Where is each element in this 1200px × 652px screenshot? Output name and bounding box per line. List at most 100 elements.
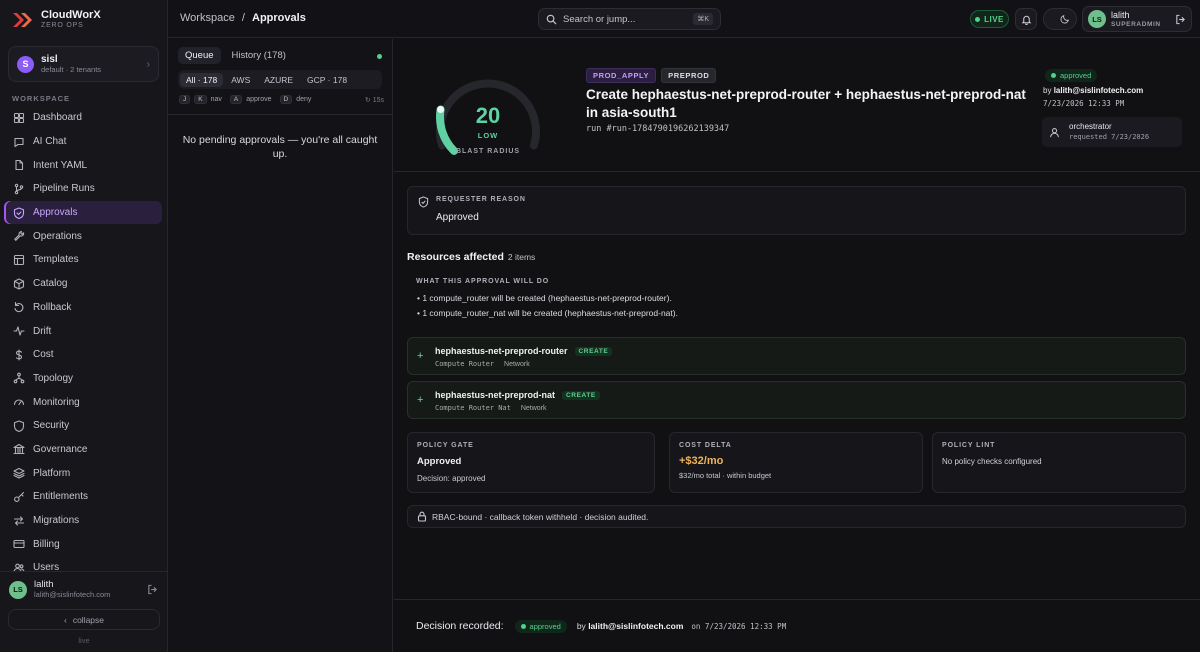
sidebar-item-entitlements[interactable]: Entitlements	[4, 485, 162, 509]
filter-azure[interactable]: AZURE	[258, 73, 299, 87]
sidebar-item-pipeline-runs[interactable]: Pipeline Runs	[4, 177, 162, 201]
resource-row[interactable]: + hephaestus-net-preprod-nat CREATE Compu…	[407, 381, 1186, 419]
brand[interactable]: CloudWorX ZERO OPS	[12, 9, 101, 31]
shortcut-label: deny	[296, 96, 312, 103]
run-id[interactable]: run #run-1784790196262139347	[586, 124, 729, 134]
sidebar-item-monitoring[interactable]: Monitoring	[4, 390, 162, 414]
filter-aws[interactable]: AWS	[225, 73, 256, 87]
decision-by: by lalith@sislinfotech.com	[577, 621, 684, 631]
create-badge: CREATE	[574, 347, 613, 356]
sidebar-item-approvals[interactable]: Approvals	[4, 200, 162, 225]
sidebar-item-migrations[interactable]: Migrations	[4, 509, 162, 533]
topbar: Workspace / Approvals Search or jump... …	[168, 0, 1200, 38]
live-dot-icon	[975, 16, 981, 22]
brand-name: CloudWorX	[41, 9, 101, 21]
filter-all[interactable]: All · 178	[180, 72, 224, 87]
decision-date: on 7/23/2026 12:33 PM	[691, 621, 787, 631]
sidebar-item-label: Rollback	[33, 301, 72, 313]
avatar: LS	[1088, 10, 1106, 28]
effect-line: • 1 compute_router_nat will be created (…	[417, 308, 678, 318]
shortcut-key: J	[179, 95, 191, 104]
resource-name: hephaestus-net-preprod-nat CREATE	[435, 390, 600, 400]
chevron-left-icon: ‹	[63, 614, 67, 625]
filter-gcp[interactable]: GCP · 178	[301, 73, 353, 87]
sidebar-item-templates[interactable]: Templates	[4, 248, 162, 272]
avatar[interactable]: LS	[9, 580, 27, 599]
tenant-switcher[interactable]: S sisl default · 2 tenants ›	[8, 46, 159, 82]
cost-delta-label: COST DELTA	[679, 442, 732, 449]
shortcut-label: nav	[210, 96, 222, 103]
approval-detail: 20 LOW BLAST RADIUS PROD_APPLY PREPROD C…	[394, 39, 1200, 652]
shortcut-label: approve	[246, 96, 272, 103]
sidebar-item-label: Drift	[33, 325, 52, 337]
sidebar-item-security[interactable]: Security	[4, 414, 162, 438]
resources-count: 2 items	[507, 252, 536, 262]
search-input[interactable]: Search or jump... ⌘K	[538, 8, 721, 30]
chevron-right-icon: ›	[146, 58, 150, 70]
breadcrumb-current: Approvals	[252, 12, 306, 24]
sidebar-item-users[interactable]: Users	[4, 556, 162, 571]
tab-history[interactable]: History (178)	[225, 47, 293, 64]
decision-status-badge: approved	[514, 619, 567, 633]
resource-type: Compute Router Nat	[435, 404, 511, 412]
create-badge: CREATE	[562, 391, 600, 400]
layers-icon	[13, 468, 25, 479]
divider	[168, 114, 392, 115]
sidebar-item-platform[interactable]: Platform	[4, 461, 162, 485]
approval-effects: WHAT THIS APPROVAL WILL DO • 1 compute_r…	[407, 271, 1186, 326]
sidebar-item-intent-yaml[interactable]: Intent YAML	[4, 153, 162, 177]
user-menu[interactable]: LS lalith SUPERADMIN	[1082, 6, 1192, 32]
tenant-sub: default · 2 tenants	[41, 64, 102, 74]
breadcrumb-root[interactable]: Workspace	[180, 12, 235, 24]
resource-name-text: hephaestus-net-preprod-nat	[435, 390, 556, 400]
blast-radius-value: 20	[475, 103, 501, 128]
status-label: approved	[1060, 71, 1092, 80]
sidebar-item-label: Topology	[33, 372, 74, 384]
resource-row[interactable]: + hephaestus-net-preprod-router CREATE Co…	[407, 337, 1186, 375]
sidebar-item-label: Migrations	[33, 515, 80, 527]
collapse-button[interactable]: ‹ collapse	[8, 609, 160, 630]
sidebar-item-ai-chat[interactable]: AI Chat	[4, 130, 162, 154]
sidebar-item-dashboard[interactable]: Dashboard	[4, 106, 162, 130]
sidebar-item-governance[interactable]: Governance	[4, 438, 162, 462]
gauge-icon	[13, 399, 25, 406]
approved-date: 7/23/2026 12:33 PM	[1043, 99, 1125, 108]
logout-icon[interactable]	[1175, 14, 1186, 25]
approved-by-prefix: by	[1043, 86, 1052, 95]
lock-icon	[417, 511, 427, 522]
tag-environment: PREPROD	[661, 68, 717, 83]
bank-icon	[13, 444, 25, 455]
keyboard-shortcuts: J K nav A approve D deny ↻ 15s	[179, 95, 384, 104]
cost-delta-card: COST DELTA +$32/mo $32/mo total · within…	[669, 432, 923, 493]
sidebar-item-topology[interactable]: Topology	[4, 367, 162, 391]
refresh-interval[interactable]: ↻ 15s	[365, 96, 384, 104]
dashboard-icon	[13, 112, 25, 123]
theme-toggle[interactable]	[1043, 8, 1077, 30]
sidebar-item-drift[interactable]: Drift	[4, 319, 162, 343]
box-icon	[13, 278, 25, 290]
key-icon	[14, 491, 25, 502]
resource-meta: Compute Router Nat Network	[435, 404, 547, 412]
approved-by: by lalith@sislinfotech.com	[1043, 86, 1143, 95]
reason-value: Approved	[436, 212, 479, 223]
sidebar-item-operations[interactable]: Operations	[4, 224, 162, 248]
resource-category: Network	[504, 361, 530, 368]
sidebar-item-cost[interactable]: Cost	[4, 343, 162, 367]
tag-action: PROD_APPLY	[586, 68, 657, 83]
search-icon	[546, 14, 557, 25]
sidebar-item-label: Entitlements	[33, 491, 89, 503]
user-role: SUPERADMIN	[1111, 20, 1161, 28]
sidebar-item-catalog[interactable]: Catalog	[4, 272, 162, 296]
dollar-icon	[15, 349, 23, 361]
sidebar-item-billing[interactable]: Billing	[4, 532, 162, 556]
sidebar-item-rollback[interactable]: Rollback	[4, 296, 162, 320]
sidebar-item-label: Catalog	[33, 278, 68, 290]
status-badge: approved	[1045, 69, 1098, 82]
tab-queue[interactable]: Queue	[178, 47, 221, 64]
rbac-notice: RBAC-bound · callback token withheld · d…	[407, 505, 1186, 528]
logout-icon[interactable]	[147, 584, 158, 595]
sidebar-item-label: Security	[33, 420, 70, 432]
cost-delta-sub: $32/mo total · within budget	[679, 471, 772, 480]
search-shortcut: ⌘K	[693, 13, 713, 25]
notifications-button[interactable]	[1015, 8, 1037, 30]
